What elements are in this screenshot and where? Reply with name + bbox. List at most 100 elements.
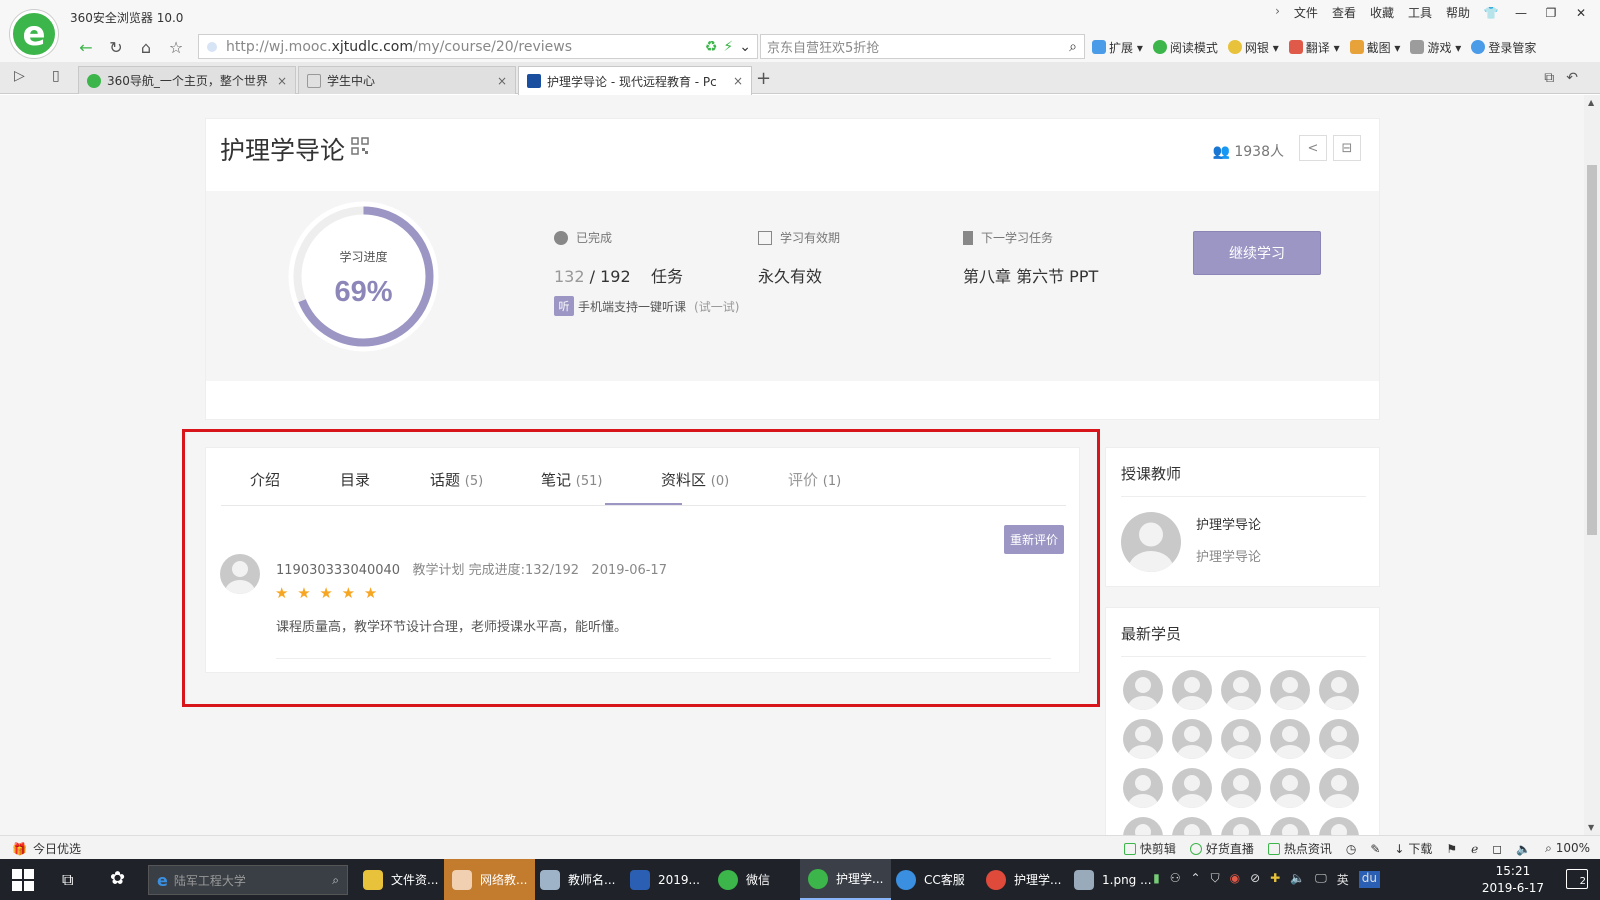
task-view-icon[interactable]: ⧉ bbox=[62, 870, 73, 890]
scroll-up-icon[interactable]: ▲ bbox=[1588, 98, 1594, 107]
lightning-icon[interactable]: ⚡ bbox=[723, 39, 733, 55]
menu-file[interactable]: 文件 bbox=[1294, 4, 1318, 21]
new-tab-button[interactable]: + bbox=[756, 68, 771, 89]
battery-icon[interactable]: ▮ bbox=[1153, 871, 1160, 888]
student-avatar[interactable] bbox=[1270, 768, 1310, 808]
menu-help[interactable]: 帮助 bbox=[1446, 4, 1470, 21]
tab-360-nav[interactable]: 360导航_一个主页，整个世界 × bbox=[78, 66, 296, 94]
task-chrome-course[interactable]: 护理学... bbox=[978, 859, 1069, 900]
clock[interactable]: 15:21 2019-6-17 bbox=[1482, 863, 1544, 897]
status-zoom[interactable]: ⌕ 100% bbox=[1545, 841, 1590, 856]
ext-reading-mode[interactable]: 阅读模式 bbox=[1152, 39, 1218, 56]
undo-icon[interactable]: ↶ bbox=[1566, 70, 1578, 86]
ext-login-manager[interactable]: 登录管家 bbox=[1471, 39, 1536, 56]
flag-icon[interactable]: ⚑ bbox=[1446, 842, 1457, 856]
menu-favorites[interactable]: 收藏 bbox=[1370, 4, 1394, 21]
ie-icon[interactable]: ℯ bbox=[1471, 842, 1478, 856]
recycle-icon[interactable]: ♻ bbox=[705, 39, 718, 55]
task-cc-service[interactable]: CC客服 bbox=[888, 859, 973, 900]
today-picks[interactable]: 🎁 今日优选 bbox=[12, 840, 81, 857]
refresh-button[interactable]: ↻ bbox=[104, 36, 128, 58]
ime-indicator[interactable]: 英 bbox=[1337, 871, 1349, 888]
ext-screenshot[interactable]: 截图 ▾ bbox=[1349, 39, 1400, 56]
student-avatar[interactable] bbox=[1221, 670, 1261, 710]
student-avatar[interactable] bbox=[1172, 817, 1212, 835]
tab-student-center[interactable]: 学生中心 × bbox=[298, 66, 516, 94]
status-download[interactable]: ↓ 下载 bbox=[1394, 840, 1432, 857]
close-icon[interactable]: × bbox=[733, 74, 743, 88]
ext-translate[interactable]: 翻译 ▾ bbox=[1288, 39, 1340, 56]
restore-tabs-icon[interactable]: ⧉ bbox=[1544, 70, 1554, 86]
minimize-button[interactable]: — bbox=[1508, 2, 1534, 24]
ext-extensions[interactable]: 扩展 ▾ bbox=[1092, 39, 1143, 56]
student-avatar[interactable] bbox=[1221, 768, 1261, 808]
student-avatar[interactable] bbox=[1172, 670, 1212, 710]
student-avatar[interactable] bbox=[1319, 670, 1359, 710]
tab-course[interactable]: 护理学导论 - 现代远程教育 - Pc × bbox=[518, 66, 752, 95]
pin-icon[interactable]: ✎ bbox=[1370, 842, 1380, 856]
window-icon[interactable]: ◻ bbox=[1492, 842, 1502, 856]
ext-games[interactable]: 游戏 ▾ bbox=[1410, 39, 1461, 56]
taskbar-search[interactable]: e 陆军工程大学 ⌕ bbox=[148, 865, 348, 895]
page-scrollbar[interactable]: ▲ ▼ bbox=[1584, 95, 1600, 835]
weibo-icon[interactable]: ◉ bbox=[1230, 871, 1240, 888]
bookmark-icon[interactable]: ▯ bbox=[52, 68, 60, 84]
close-window-button[interactable]: ✕ bbox=[1568, 2, 1594, 24]
search-input[interactable]: 京东自营狂欢5折抢 bbox=[767, 37, 1062, 56]
network-icon[interactable]: ⊘ bbox=[1250, 871, 1260, 888]
student-avatar[interactable] bbox=[1123, 817, 1163, 835]
teacher-avatar[interactable] bbox=[1121, 512, 1181, 572]
volume-icon[interactable]: 🔈 bbox=[1290, 871, 1305, 888]
student-avatar[interactable] bbox=[1270, 670, 1310, 710]
address-bar[interactable]: http://wj.mooc.xjtudlc.com/my/course/20/… bbox=[198, 34, 758, 59]
student-avatar[interactable] bbox=[1270, 817, 1310, 835]
chevron-down-icon[interactable]: ⌄ bbox=[739, 39, 751, 55]
share-button[interactable]: < bbox=[1299, 135, 1327, 161]
student-avatar[interactable] bbox=[1270, 719, 1310, 759]
back-button[interactable]: ← bbox=[74, 36, 98, 58]
student-avatar[interactable] bbox=[1319, 817, 1359, 835]
chevron-right-icon[interactable]: › bbox=[1275, 4, 1280, 21]
menu-tools[interactable]: 工具 bbox=[1408, 4, 1432, 21]
baidu-icon[interactable]: du bbox=[1358, 871, 1380, 888]
task-2019[interactable]: 2019... bbox=[622, 859, 708, 900]
task-teacher-list[interactable]: 教师名... bbox=[532, 859, 623, 900]
windows-start-icon[interactable] bbox=[12, 869, 34, 891]
notification-center-icon[interactable]: 2 bbox=[1566, 869, 1588, 889]
home-button[interactable]: ⌂ bbox=[134, 36, 158, 58]
status-live[interactable]: 好货直播 bbox=[1189, 840, 1254, 857]
skin-icon[interactable]: 👕 bbox=[1478, 2, 1504, 24]
student-avatar[interactable] bbox=[1319, 719, 1359, 759]
scroll-down-icon[interactable]: ▼ bbox=[1588, 823, 1594, 832]
student-avatar[interactable] bbox=[1123, 768, 1163, 808]
user-icon[interactable]: ⚇ bbox=[1170, 871, 1181, 888]
shield-icon[interactable]: ⛉ bbox=[1211, 871, 1220, 888]
qr-code-icon[interactable] bbox=[351, 137, 369, 155]
status-quick-edit[interactable]: 快剪辑 bbox=[1123, 840, 1176, 857]
scroll-thumb[interactable] bbox=[1587, 165, 1597, 535]
next-task-value[interactable]: 第八章 第六节 PPT bbox=[963, 263, 1098, 287]
monitor-icon[interactable]: 🖵 bbox=[1315, 871, 1327, 888]
student-avatar[interactable] bbox=[1123, 670, 1163, 710]
search-bar[interactable]: 京东自营狂欢5折抢 ⌕ bbox=[760, 34, 1085, 59]
sidebar-toggle-icon[interactable]: ▷ bbox=[14, 68, 25, 84]
search-icon[interactable]: ⌕ bbox=[1062, 39, 1084, 55]
status-news[interactable]: 热点资讯 bbox=[1267, 840, 1332, 857]
address-url[interactable]: http://wj.mooc.xjtudlc.com/my/course/20/… bbox=[226, 39, 705, 55]
cortana-icon[interactable]: ✿ bbox=[110, 868, 125, 889]
student-avatar[interactable] bbox=[1172, 768, 1212, 808]
continue-learning-button[interactable]: 继续学习 bbox=[1193, 231, 1321, 275]
close-icon[interactable]: × bbox=[497, 74, 507, 88]
speed-icon[interactable]: ◷ bbox=[1346, 842, 1356, 856]
student-avatar[interactable] bbox=[1172, 719, 1212, 759]
listen-try-link[interactable]: (试一试) bbox=[694, 298, 739, 315]
student-avatar[interactable] bbox=[1221, 817, 1261, 835]
student-avatar[interactable] bbox=[1123, 719, 1163, 759]
task-wechat[interactable]: 微信 bbox=[710, 859, 778, 900]
exit-course-button[interactable]: ⊟ bbox=[1333, 135, 1361, 161]
safe360-icon[interactable]: ✚ bbox=[1270, 871, 1280, 888]
task-file-explorer[interactable]: 文件资... bbox=[355, 859, 446, 900]
teacher-name[interactable]: 护理学导论 bbox=[1196, 514, 1261, 533]
task-browser-course[interactable]: 护理学... bbox=[800, 859, 892, 900]
student-avatar[interactable] bbox=[1319, 768, 1359, 808]
